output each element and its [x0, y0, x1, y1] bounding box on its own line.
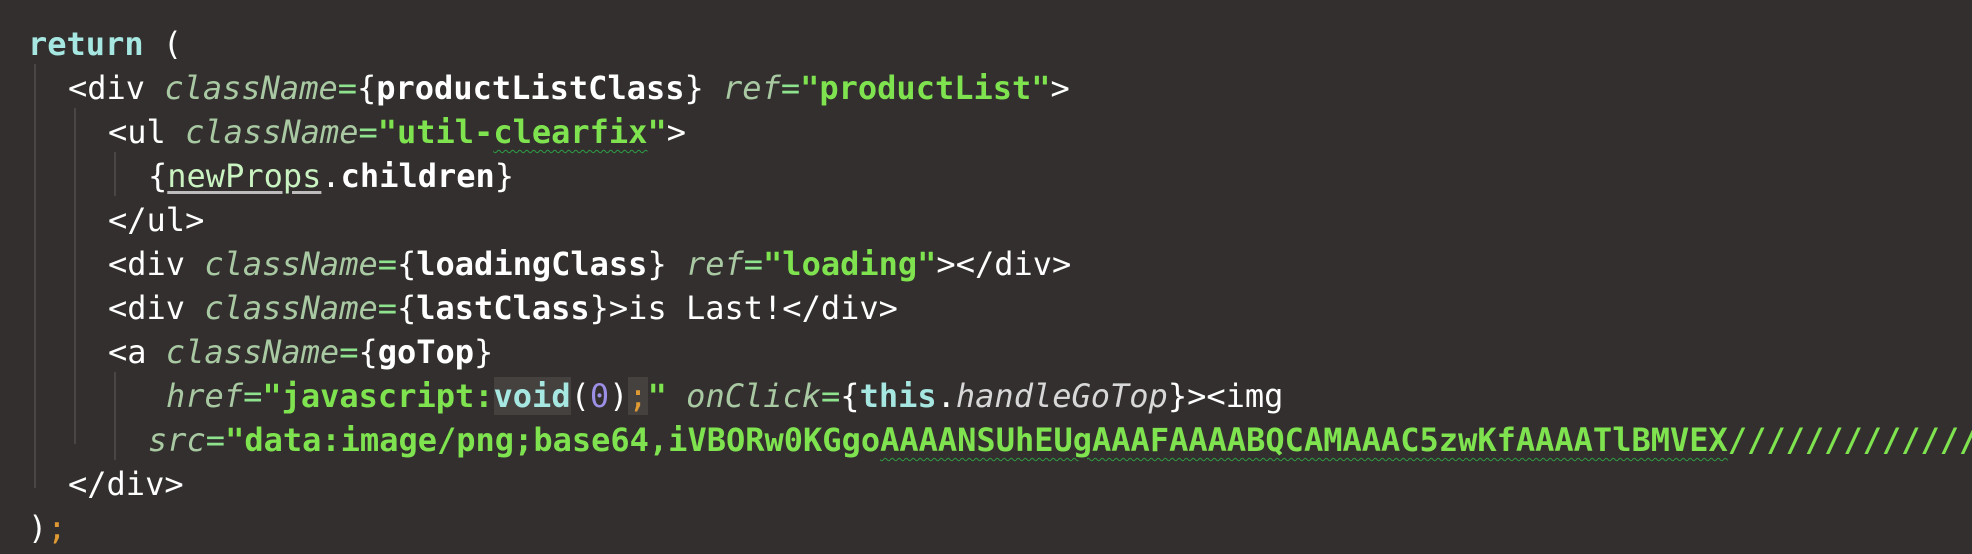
- attr-name: onClick: [686, 377, 822, 415]
- brace: }: [1167, 377, 1188, 415]
- tag-close: </div>: [782, 289, 898, 327]
- brace: }: [474, 333, 494, 371]
- code-line-1[interactable]: return (: [28, 22, 182, 66]
- equals-sign: =: [337, 69, 357, 107]
- equals-sign: =: [377, 245, 397, 283]
- expression: goTop: [377, 333, 475, 371]
- paren: (: [570, 377, 590, 415]
- string-literal: ": [647, 377, 667, 415]
- brace: {: [356, 69, 377, 107]
- brace: {: [396, 289, 417, 327]
- brace: }: [494, 157, 515, 195]
- code-line-9[interactable]: href="javascript:void(0);" onClick={this…: [166, 374, 1283, 418]
- string-literal: "javascript:: [262, 377, 494, 415]
- expression-prop: children: [340, 157, 495, 195]
- tag-open: ><img: [1187, 377, 1284, 415]
- semicolon: ;: [628, 377, 648, 415]
- semicolon: ;: [47, 509, 67, 547]
- equals-sign: =: [243, 377, 263, 415]
- tag-close: >: [1050, 69, 1070, 107]
- string-literal: "util-: [377, 113, 494, 151]
- code-line-5[interactable]: </ul>: [108, 198, 204, 242]
- method-name: handleGoTop: [955, 377, 1168, 415]
- code-line-8[interactable]: <a className={goTop}: [108, 330, 493, 374]
- expression: lastClass: [416, 289, 590, 327]
- dot: .: [321, 157, 341, 195]
- paren: ): [609, 377, 629, 415]
- code-line-6[interactable]: <div className={loadingClass} ref="loadi…: [108, 242, 1071, 286]
- tag-open: <div: [108, 289, 205, 327]
- tag-close: >: [608, 289, 629, 327]
- jsx-text: is Last!: [628, 289, 783, 327]
- attr-name: ref: [685, 245, 744, 283]
- indent-guide: [114, 152, 116, 196]
- tag-open: <div: [68, 69, 165, 107]
- tag-close: </ul>: [108, 201, 205, 239]
- equals-sign: =: [821, 377, 841, 415]
- tag-open: <a: [108, 333, 166, 371]
- tag-close: >: [666, 113, 686, 151]
- string-literal-spellcheck: clearfix: [493, 113, 648, 151]
- string-literal-spellcheck: AAAANSUhEUgAAAFAAAABQCAMAAAC5zwKfAAAATlB…: [880, 421, 1728, 459]
- equals-sign: =: [339, 333, 359, 371]
- brace: {: [396, 245, 417, 283]
- indent-guide: [114, 372, 116, 460]
- attr-name: className: [204, 245, 378, 283]
- keyword-return: return: [28, 25, 144, 63]
- tag-open: <ul: [108, 113, 186, 151]
- attr-name: className: [185, 113, 359, 151]
- code-line-4[interactable]: {newProps.children}: [148, 154, 514, 198]
- indent-guide: [34, 64, 36, 488]
- equals-sign: =: [377, 289, 397, 327]
- code-line-2[interactable]: <div className={productListClass} ref="p…: [68, 66, 1070, 110]
- string-literal: /////////////////////: [1727, 421, 1972, 459]
- string-literal: "productList": [800, 69, 1051, 107]
- expression-object: newProps: [167, 157, 322, 195]
- code-editor[interactable]: return ( <div className={productListClas…: [0, 0, 1972, 554]
- code-text: (: [143, 25, 183, 63]
- brace: }: [647, 245, 667, 283]
- string-literal: "data:image/png;base64,iVBORw0KGgo: [225, 421, 881, 459]
- string-literal: "loading": [763, 245, 937, 283]
- keyword-void: void: [493, 377, 571, 415]
- expression: productListClass: [376, 69, 685, 107]
- string-literal: ": [647, 113, 667, 151]
- brace: }: [589, 289, 609, 327]
- equals-sign: =: [780, 69, 801, 107]
- indent-guide: [74, 108, 76, 444]
- brace: {: [358, 333, 378, 371]
- attr-name: className: [165, 333, 340, 371]
- attr-name: src: [148, 421, 206, 459]
- code-line-11[interactable]: </div>: [68, 462, 184, 506]
- attr-name: className: [204, 289, 378, 327]
- paren: ): [28, 509, 48, 547]
- brace: }: [684, 69, 704, 107]
- brace: {: [840, 377, 860, 415]
- expression: loadingClass: [416, 245, 648, 283]
- number-literal: 0: [589, 377, 610, 415]
- equals-sign: =: [743, 245, 764, 283]
- brace: {: [148, 157, 168, 195]
- attr-name: href: [166, 377, 244, 415]
- equals-sign: =: [205, 421, 226, 459]
- dot: .: [936, 377, 956, 415]
- attr-name: className: [164, 69, 338, 107]
- keyword-this: this: [859, 377, 937, 415]
- code-line-3[interactable]: <ul className="util-clearfix">: [108, 110, 686, 154]
- equals-sign: =: [358, 113, 378, 151]
- code-line-12[interactable]: );: [28, 506, 67, 550]
- code-line-7[interactable]: <div className={lastClass}>is Last!</div…: [108, 286, 898, 330]
- tag-close: ></div>: [936, 245, 1072, 283]
- tag-open: <div: [108, 245, 205, 283]
- attr-name: ref: [723, 69, 781, 107]
- code-line-10[interactable]: src="data:image/png;base64,iVBORw0KGgoAA…: [148, 418, 1972, 462]
- tag-close: </div>: [68, 465, 184, 503]
